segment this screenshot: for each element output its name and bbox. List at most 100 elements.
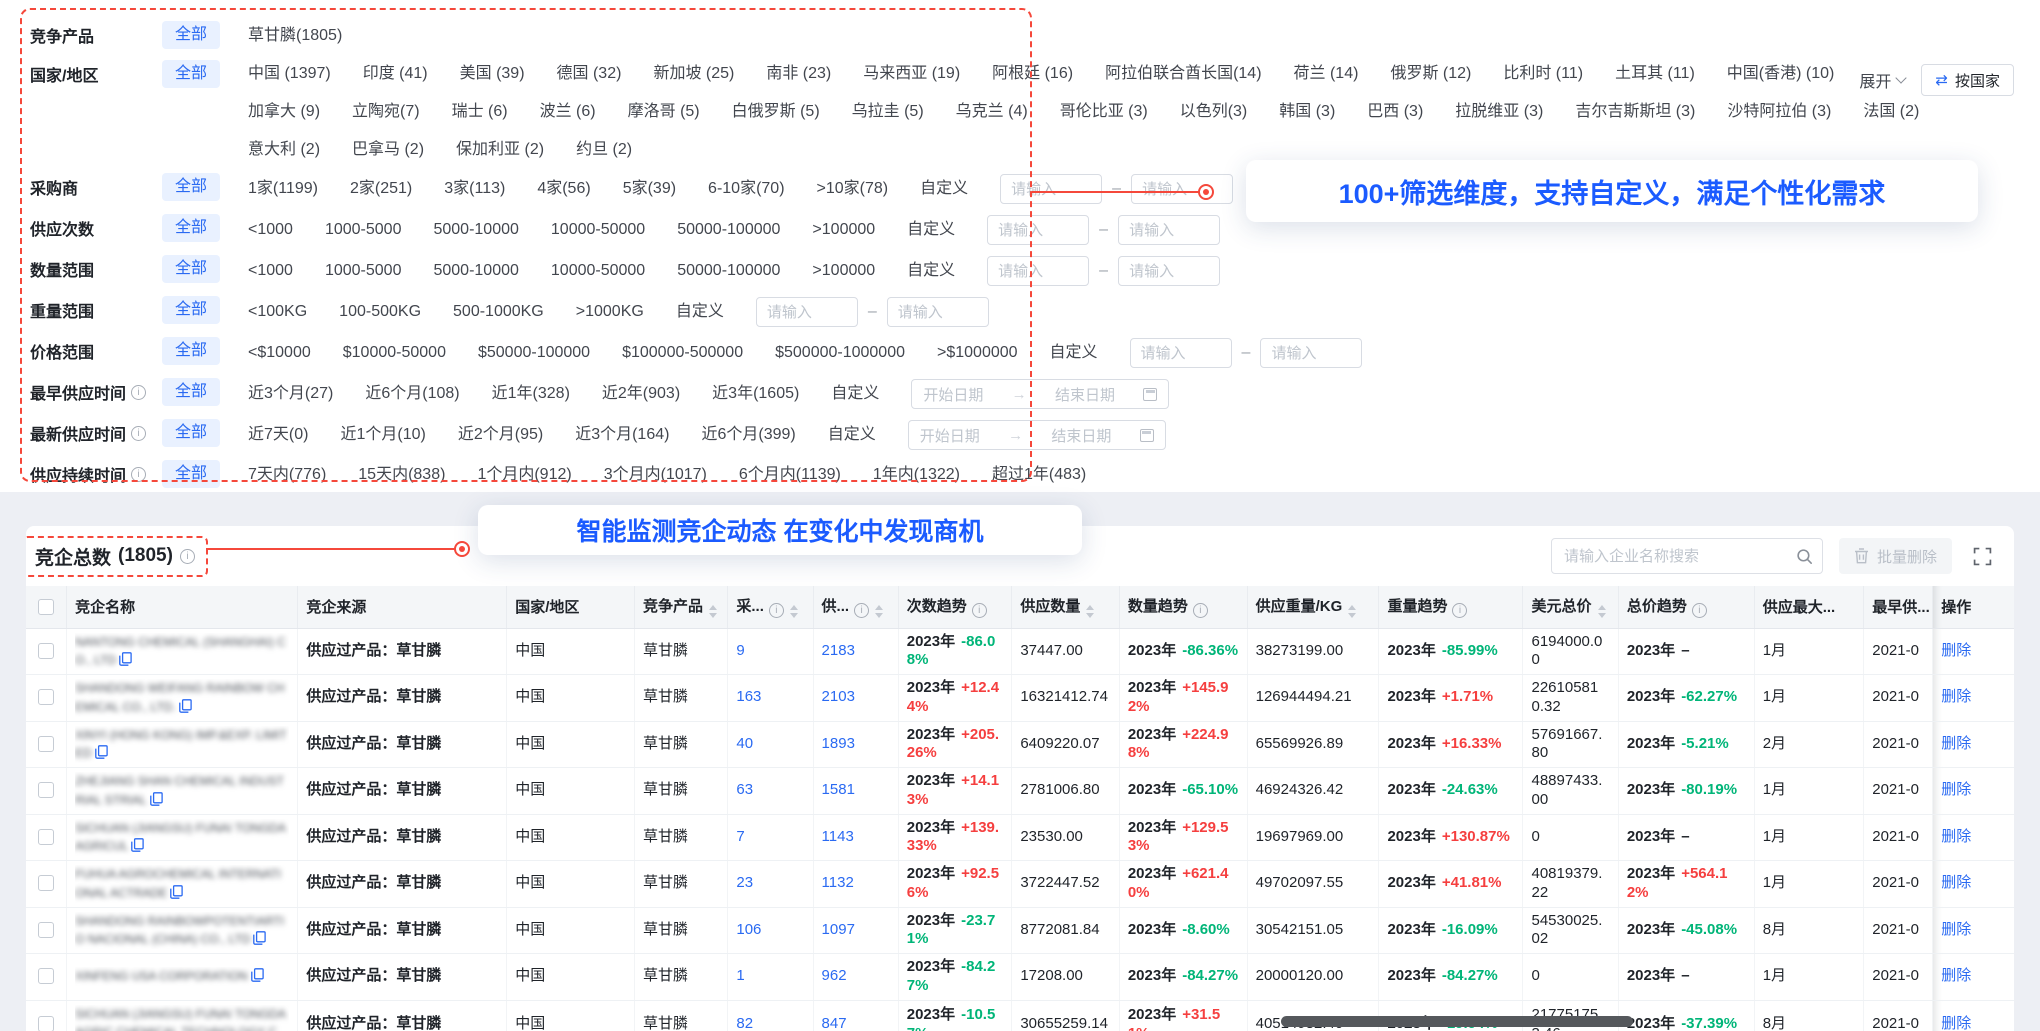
company-search[interactable] (1551, 538, 1823, 574)
times-count-link[interactable]: 1143 (822, 828, 854, 845)
filter-option[interactable]: 6-10家(70) (708, 176, 784, 202)
custom-range-min-input[interactable] (756, 297, 858, 327)
sort-icon[interactable] (1086, 605, 1094, 618)
copy-icon[interactable] (95, 745, 108, 759)
filter-option[interactable]: 立陶宛(7) (352, 99, 420, 125)
buyers-count-link[interactable]: 163 (736, 688, 761, 705)
fullscreen-icon[interactable] (1968, 542, 1996, 570)
filter-all-button[interactable]: 全部 (162, 60, 220, 88)
row-checkbox[interactable] (38, 736, 54, 752)
filter-all-button[interactable]: 全部 (162, 378, 220, 406)
filter-option[interactable]: <$10000 (248, 340, 311, 366)
custom-range-max-input[interactable] (1260, 338, 1362, 368)
filter-all-button[interactable]: 全部 (162, 419, 220, 447)
filter-option[interactable]: 沙特阿拉伯 (3) (1727, 99, 1831, 125)
times-count-link[interactable]: 1097 (822, 921, 855, 938)
buyers-count-link[interactable]: 63 (736, 781, 753, 798)
filter-option[interactable]: 摩洛哥 (5) (628, 99, 700, 125)
times-count-link[interactable]: 847 (822, 1015, 847, 1031)
filter-option[interactable]: 10000-50000 (551, 258, 645, 284)
buyers-count-link[interactable]: 82 (736, 1015, 753, 1031)
filter-option[interactable]: 近3年(1605) (712, 381, 799, 407)
col-header-buyers[interactable]: 采...i (728, 586, 813, 628)
filter-option[interactable]: 意大利 (2) (248, 137, 320, 163)
filter-option[interactable]: 近7天(0) (248, 422, 308, 448)
filter-option[interactable]: 近1个月(10) (340, 422, 425, 448)
filter-option[interactable]: 加拿大 (9) (248, 99, 320, 125)
copy-icon[interactable] (150, 792, 163, 806)
row-checkbox[interactable] (38, 1016, 54, 1031)
filter-option[interactable]: 荷兰 (14) (1294, 61, 1359, 87)
delete-button[interactable]: 删除 (1941, 1015, 1971, 1031)
custom-range-max-input[interactable] (887, 297, 989, 327)
buyers-count-link[interactable]: 1 (736, 967, 744, 984)
filter-option[interactable]: 500-1000KG (453, 299, 544, 325)
filter-option[interactable]: 吉尔吉斯斯坦 (3) (1575, 99, 1695, 125)
filter-all-button[interactable]: 全部 (162, 460, 220, 488)
filter-option[interactable]: $500000-1000000 (775, 340, 905, 366)
sort-icon[interactable] (709, 605, 717, 618)
filter-option[interactable]: 比利时 (11) (1503, 61, 1583, 87)
buyers-count-link[interactable]: 40 (736, 735, 753, 752)
filter-all-button[interactable]: 全部 (162, 21, 220, 49)
filter-option[interactable]: 乌克兰 (4) (956, 99, 1028, 125)
row-checkbox[interactable] (38, 643, 54, 659)
buyers-count-link[interactable]: 7 (736, 828, 744, 845)
custom-range-max-input[interactable] (1118, 256, 1220, 286)
filter-option[interactable]: 阿拉伯联合酋长国(14) (1105, 61, 1261, 87)
batch-delete-button[interactable]: 批量删除 (1839, 538, 1952, 574)
filter-option[interactable]: 1000-5000 (325, 217, 402, 243)
filter-option[interactable]: 哥伦比亚 (3) (1060, 99, 1148, 125)
row-checkbox[interactable] (38, 782, 54, 798)
filter-option[interactable]: 近2个月(95) (458, 422, 543, 448)
col-header-qty[interactable]: 供应数量 (1012, 586, 1120, 628)
buyers-count-link[interactable]: 23 (736, 874, 753, 891)
filter-option[interactable]: 1家(1199) (248, 176, 318, 202)
filter-option[interactable]: 中国 (1397) (248, 61, 331, 87)
delete-button[interactable]: 删除 (1941, 688, 1971, 705)
filter-option[interactable]: $10000-50000 (343, 340, 446, 366)
custom-range-max-input[interactable] (1131, 174, 1233, 204)
filter-option[interactable]: 白俄罗斯 (5) (732, 99, 820, 125)
search-icon[interactable] (1796, 548, 1813, 565)
filter-option[interactable]: 2家(251) (350, 176, 412, 202)
filter-option[interactable]: 3家(113) (444, 176, 505, 202)
filter-option[interactable]: 以色列(3) (1180, 99, 1248, 125)
filter-all-button[interactable]: 全部 (162, 214, 220, 242)
col-header-weight[interactable]: 供应重量/KG (1247, 586, 1379, 628)
filter-option[interactable]: 近2年(903) (602, 381, 680, 407)
filter-option[interactable]: 6个月内(1139) (739, 462, 841, 488)
company-search-input[interactable] (1564, 548, 1788, 565)
filter-custom-option[interactable]: 自定义 (831, 381, 879, 407)
delete-button[interactable]: 删除 (1941, 874, 1971, 891)
row-checkbox[interactable] (38, 968, 54, 984)
copy-icon[interactable] (179, 699, 192, 713)
filter-custom-option[interactable]: 自定义 (907, 217, 955, 243)
filter-option[interactable]: 韩国 (3) (1279, 99, 1335, 125)
filter-option[interactable]: <1000 (248, 217, 293, 243)
filter-option[interactable]: 拉脱维亚 (3) (1455, 99, 1543, 125)
sort-icon[interactable] (790, 605, 798, 618)
filter-option[interactable]: 5家(39) (623, 176, 676, 202)
filter-all-button[interactable]: 全部 (162, 296, 220, 324)
filter-all-button[interactable]: 全部 (162, 337, 220, 365)
col-header-product[interactable]: 竞争产品 (635, 586, 728, 628)
filter-custom-option[interactable]: 自定义 (828, 422, 876, 448)
delete-button[interactable]: 删除 (1941, 921, 1971, 938)
times-count-link[interactable]: 962 (822, 967, 847, 984)
sort-icon[interactable] (1348, 605, 1356, 618)
filter-option[interactable]: 乌拉圭 (5) (852, 99, 924, 125)
filter-option[interactable]: >1000KG (576, 299, 644, 325)
filter-option[interactable]: 新加坡 (25) (653, 61, 734, 87)
filter-option[interactable]: 50000-100000 (677, 258, 780, 284)
times-count-link[interactable]: 1581 (822, 781, 855, 798)
filter-option[interactable]: 马来西亚 (19) (863, 61, 960, 87)
row-checkbox[interactable] (38, 922, 54, 938)
filter-option[interactable]: 德国 (32) (557, 61, 622, 87)
filter-option[interactable]: 美国 (39) (460, 61, 525, 87)
copy-icon[interactable] (251, 968, 264, 982)
delete-button[interactable]: 删除 (1941, 828, 1971, 845)
filter-option[interactable]: 南非 (23) (766, 61, 831, 87)
filter-option[interactable]: 4家(56) (537, 176, 590, 202)
buyers-count-link[interactable]: 9 (736, 642, 744, 659)
